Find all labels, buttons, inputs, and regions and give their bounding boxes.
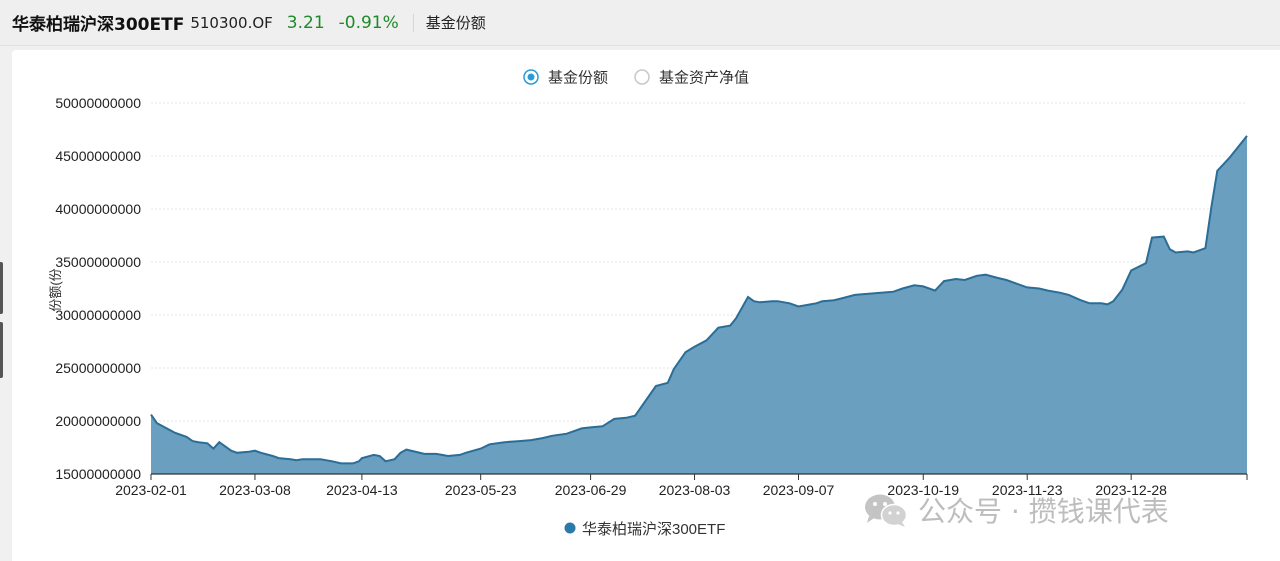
x-tick-label: 2023-09-07: [763, 482, 835, 498]
radio-dot-icon: [527, 73, 535, 81]
legend-label: 华泰柏瑞沪深300ETF: [582, 521, 725, 538]
y-tick-label: 45000000000: [55, 148, 141, 164]
watermark: 公众号 · 攒钱课代表: [862, 488, 1169, 532]
x-tick-label: 2023-04-13: [326, 482, 398, 498]
x-tick-label: 2023-03-08: [219, 482, 291, 498]
y-tick-label: 40000000000: [55, 201, 141, 217]
radio-shares[interactable]: 基金份额: [523, 69, 608, 87]
y-tick-label: 50000000000: [55, 95, 141, 111]
y-axis-label: 份额(份: [48, 268, 63, 311]
y-tick-label: 25000000000: [55, 360, 141, 376]
radio-label-nav: 基金资产净值: [659, 70, 749, 87]
y-tick-label: 35000000000: [55, 254, 141, 270]
y-axis-ticks: 50000000000 45000000000 40000000000 3500000…: [55, 95, 141, 482]
x-tick-label: 2023-06-29: [555, 482, 627, 498]
y-tick-label: 20000000000: [55, 413, 141, 429]
radio-unselected-icon: [634, 69, 650, 85]
legend-dot-icon: [564, 522, 576, 534]
x-tick-label: 2023-08-03: [659, 482, 731, 498]
legend[interactable]: 华泰柏瑞沪深300ETF: [564, 521, 726, 538]
series-area: [151, 135, 1247, 474]
share-chart: 基金份额 基金资产净值 50000000000 45000000000 400000…: [48, 69, 1248, 538]
y-tick-label: 15000000000: [55, 466, 141, 482]
y-tick-label: 30000000000: [55, 307, 141, 323]
x-tick-label: 2023-02-01: [115, 482, 187, 498]
watermark-text: 公众号 · 攒钱课代表: [918, 495, 1169, 528]
radio-nav[interactable]: 基金资产净值: [634, 69, 749, 87]
wechat-icon: [865, 494, 908, 527]
radio-label-shares: 基金份额: [548, 70, 608, 87]
x-tick-label: 2023-05-23: [445, 482, 517, 498]
